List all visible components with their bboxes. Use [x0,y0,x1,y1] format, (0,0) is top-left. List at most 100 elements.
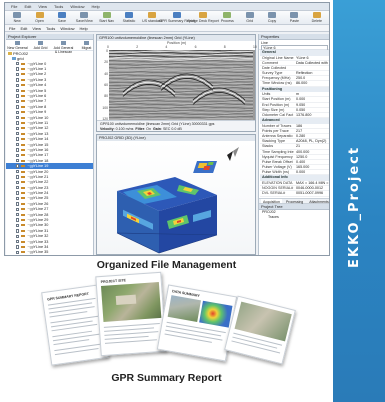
visibility-checkbox[interactable] [16,67,20,71]
ribbon-button-grid[interactable]: Grid [241,12,259,23]
property-value[interactable]: 86.000 [296,81,329,85]
visibility-checkbox[interactable] [16,142,20,147]
property-value[interactable]: 186 [296,124,329,128]
visibility-checkbox[interactable] [16,88,20,93]
ribbon-button-new[interactable]: New [8,12,26,23]
ribbon-button-process[interactable]: Process [218,12,236,23]
property-value[interactable]: 0.000 [296,170,329,174]
visibility-checkbox[interactable] [16,121,20,125]
line-list-item[interactable]: ~gpYLine 36 [6,255,93,256]
visibility-checkbox[interactable] [16,148,20,152]
visibility-checkbox[interactable] [16,196,20,201]
ribbon-button-statistic[interactable]: Statistic [120,12,138,23]
ribbon-button-save[interactable]: Save [53,12,71,23]
property-value[interactable]: 0.000 [296,97,329,101]
explorer-tool-button[interactable]: Add Grid [30,41,51,50]
visibility-checkbox[interactable] [16,185,20,190]
property-value[interactable]: m [296,92,329,96]
visibility-checkbox[interactable] [16,126,20,131]
menu-item[interactable]: Window [60,25,74,31]
grid-3d-view[interactable] [97,141,256,255]
visibility-checkbox[interactable] [16,105,20,109]
ribbon-tab[interactable]: Help [89,4,103,9]
property-value[interactable]: 21 [296,144,329,148]
property-value[interactable]: 0.050 [296,108,329,112]
visibility-checkbox[interactable] [16,218,20,222]
visibility-checkbox[interactable] [16,62,20,66]
menu-item[interactable]: File [9,25,15,31]
visibility-checkbox[interactable] [16,239,20,244]
property-row[interactable]: DVL SERIAL# 0051-0007-0996 [260,191,329,197]
menu-item[interactable]: Tools [46,25,55,31]
radargram-image[interactable] [109,50,255,120]
visibility-checkbox[interactable] [16,159,20,163]
ribbon-tab[interactable]: File [8,4,20,9]
ribbon-button-gpr-summary-report[interactable]: GPR Summary Report [159,12,195,23]
visibility-checkbox[interactable] [16,175,20,179]
ribbon-button-copy[interactable]: Copy [263,12,281,23]
property-value[interactable]: 0046-0000-0012 [296,186,329,190]
visibility-checkbox[interactable] [16,212,20,217]
ribbon-button-bridge-deck-report[interactable]: Bridge Deck Report [187,12,219,23]
property-value[interactable]: YLine 6 [296,56,329,60]
property-value[interactable] [296,66,329,70]
visibility-checkbox[interactable] [16,202,20,206]
ribbon-button-save-view[interactable]: Save/View [75,12,93,23]
visibility-checkbox[interactable] [16,99,20,104]
explorer-tool-button[interactable]: Add General & Linescan [53,41,74,54]
filter-value[interactable]: On [146,127,151,131]
visibility-checkbox[interactable] [16,169,20,174]
visibility-checkbox[interactable] [16,245,20,249]
visibility-checkbox[interactable] [16,180,20,184]
visibility-checkbox[interactable] [16,223,20,228]
project-tree-item[interactable]: Traces [262,215,329,220]
visibility-checkbox[interactable] [16,115,20,120]
visibility-checkbox[interactable] [16,191,20,195]
visibility-checkbox[interactable] [16,207,20,211]
menu-item[interactable]: Help [80,25,88,31]
property-value[interactable]: 0051-0007-0996 [296,191,329,195]
property-value[interactable]: MAX = 166.4 MIN = [296,181,329,185]
ribbon-tab[interactable]: Edit [21,4,34,9]
explorer-tool-button[interactable]: Migrat [76,41,97,50]
visibility-checkbox[interactable] [16,229,20,233]
visibility-checkbox[interactable] [16,72,20,77]
property-value[interactable]: 400.000 [296,150,329,154]
property-value[interactable]: 0.400 [296,160,329,164]
visibility-checkbox[interactable] [16,234,20,238]
visibility-checkbox[interactable] [16,250,20,255]
gain-value[interactable]: SEC 0.0 dB [163,127,182,131]
property-value[interactable]: Data Collected with [296,61,329,65]
visibility-checkbox[interactable] [16,132,20,136]
property-value[interactable]: 250.0 [296,76,329,80]
menu-item[interactable]: View [32,25,41,31]
velocity-value[interactable]: 0.100 m/ns [116,127,134,131]
property-value[interactable]: 1376.800 [296,113,329,117]
visibility-checkbox[interactable] [16,164,20,168]
property-value[interactable]: 217 [296,129,329,133]
property-value[interactable]: 0.280 [296,134,329,138]
visibility-checkbox[interactable] [16,83,20,87]
visibility-checkbox[interactable] [16,153,20,158]
property-value[interactable]: 9.050 [296,103,329,107]
property-value[interactable]: Reflection [296,71,329,75]
visibility-checkbox[interactable] [16,94,20,98]
explorer-tool-button[interactable]: New General [7,41,28,50]
ribbon-button-start-nav[interactable]: Start Nav [97,12,115,23]
visibility-checkbox[interactable] [16,110,20,114]
visibility-checkbox[interactable] [16,78,20,82]
properties-tab[interactable]: Processing [284,199,305,204]
ribbon-button-open[interactable]: Open [30,12,48,23]
property-value[interactable]: 165.000 [296,165,329,169]
properties-tab[interactable]: Attachments [307,199,329,204]
menu-item[interactable]: Edit [20,25,27,31]
property-value[interactable]: A2048, PL, Dyn(2) [296,139,329,143]
ribbon-tab[interactable]: Window [67,4,87,9]
ribbon-tab[interactable]: View [35,4,50,9]
ribbon-button-paste[interactable]: Paste [285,12,303,23]
ribbon-button-delete[interactable]: Delete [308,12,326,23]
ribbon-tab[interactable]: Tools [51,4,66,9]
visibility-checkbox[interactable] [16,137,20,141]
property-value[interactable]: 1250.0 [296,155,329,159]
properties-tab[interactable]: Acquisition [261,198,282,204]
